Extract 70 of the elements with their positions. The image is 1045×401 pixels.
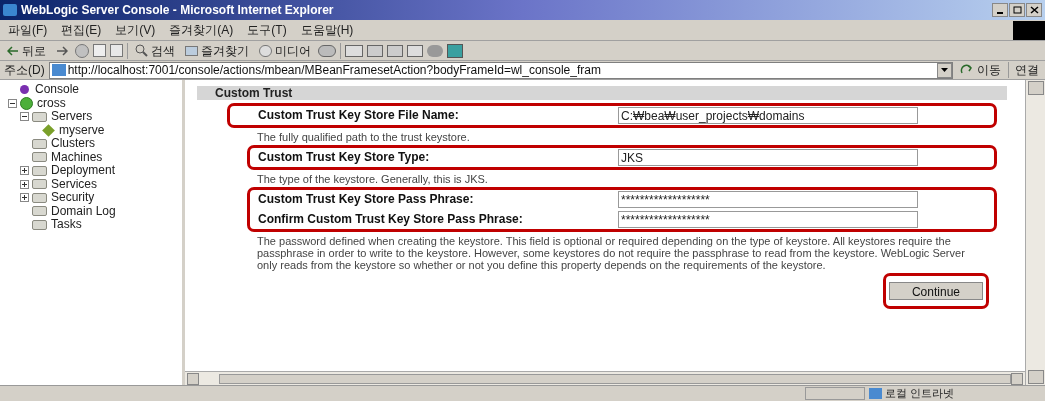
section-header: Custom Trust: [197, 86, 1007, 100]
folder-icon: [32, 179, 47, 190]
menu-item[interactable]: 즐겨찾기(A): [169, 21, 234, 39]
tree-item[interactable]: Domain Log: [51, 204, 116, 218]
back-button[interactable]: 뒤로: [4, 41, 49, 60]
go-button[interactable]: 이동: [957, 61, 1004, 79]
tree-item[interactable]: Console: [35, 83, 80, 97]
folder-icon: [32, 165, 47, 176]
collapse-toggle[interactable]: [8, 98, 17, 108]
favorites-button[interactable]: 즐겨찾기: [182, 41, 252, 60]
tree-item[interactable]: cross: [37, 96, 66, 110]
folder-icon: [32, 219, 47, 230]
folder-icon: [32, 152, 47, 163]
tree-item[interactable]: Servers: [51, 110, 93, 124]
menu-item[interactable]: 도구(T): [247, 21, 287, 39]
minimize-button[interactable]: [992, 3, 1008, 17]
tree-item[interactable]: Deployment: [51, 164, 116, 178]
menu-item[interactable]: 보기(V): [115, 21, 156, 39]
menu-item[interactable]: 편집(E): [61, 21, 102, 39]
tree-item[interactable]: myserve: [59, 123, 105, 137]
close-icon: [1029, 6, 1039, 14]
media-button[interactable]: 미디어: [256, 41, 314, 60]
expand-toggle[interactable]: [20, 193, 29, 203]
field-label: Custom Trust Key Store Pass Phrase:: [258, 193, 475, 206]
forward-arrow-icon: [56, 45, 68, 56]
help-text: The fully qualified path to the trust keystore.: [257, 131, 471, 143]
folder-icon: [32, 192, 47, 203]
zone-text: 로컬 인트라넷: [885, 386, 956, 401]
field-label: Custom Trust Key Store Type:: [258, 151, 431, 164]
folder-icon: [32, 111, 47, 122]
window-title: WebLogic Server Console - Microsoft Internet Explorer: [21, 2, 335, 19]
back-arrow-icon: [7, 45, 19, 56]
search-icon: [135, 44, 148, 57]
page-icon: [51, 64, 66, 76]
expand-toggle[interactable]: [20, 179, 29, 189]
help-text: The password defined when creating the keystore. This field is optional or required depending on the type of keystore. All keystores require the passphrase in order to write to the keystore. However, some keystores do not require the passphrase to read from the keystore. WebLogic Server only reads from the keystore so whether or not you define this property depends on the requirements of the keystore.: [257, 235, 966, 271]
search-button[interactable]: 검색: [132, 41, 178, 60]
help-text: The type of the keystore. Generally, this is JKS.: [257, 173, 489, 185]
vertical-scrollbar[interactable]: [1025, 80, 1045, 385]
menu-item[interactable]: 파일(F): [8, 21, 48, 39]
menu-item[interactable]: 도움말(H): [300, 21, 354, 39]
brand-logo: [1013, 20, 1045, 40]
text-field[interactable]: *******************: [618, 191, 918, 208]
text-field[interactable]: C:₩bea₩user_projects₩domains: [618, 107, 918, 124]
go-arrow-icon: [960, 64, 974, 76]
tree-item[interactable]: Security: [51, 191, 95, 205]
close-button[interactable]: [1026, 3, 1042, 17]
horizontal-scrollbar[interactable]: [185, 371, 1025, 385]
tree-item[interactable]: Clusters: [51, 137, 95, 151]
maximize-icon: [1012, 6, 1022, 14]
expand-toggle[interactable]: [20, 166, 29, 176]
address-label: 주소(D): [4, 62, 45, 79]
collapse-toggle[interactable]: [20, 112, 29, 122]
tree-item[interactable]: Machines: [51, 150, 103, 164]
links-label[interactable]: 연결: [1013, 61, 1041, 79]
continue-button[interactable]: Continue: [888, 282, 983, 300]
caret-icon: [941, 68, 948, 72]
browser-icon: [3, 4, 17, 16]
field-label: Custom Trust Key Store File Name:: [258, 109, 460, 122]
tree-item[interactable]: Tasks: [51, 218, 82, 232]
dropdown-button[interactable]: [937, 62, 952, 78]
zone-icon: [869, 388, 882, 399]
address-field[interactable]: http://localhost:7001/console/actions/mbean/MBeanFramesetAction?bodyFrameId=wl_console_fram: [48, 61, 953, 79]
folder-icon: [32, 206, 47, 217]
tree-item[interactable]: Services: [51, 177, 97, 191]
text-field[interactable]: JKS: [618, 149, 918, 166]
text-field[interactable]: *******************: [618, 211, 918, 228]
folder-icon: [32, 138, 47, 149]
field-label: Confirm Custom Trust Key Store Pass Phrase:: [258, 213, 524, 226]
maximize-button[interactable]: [1009, 3, 1025, 17]
